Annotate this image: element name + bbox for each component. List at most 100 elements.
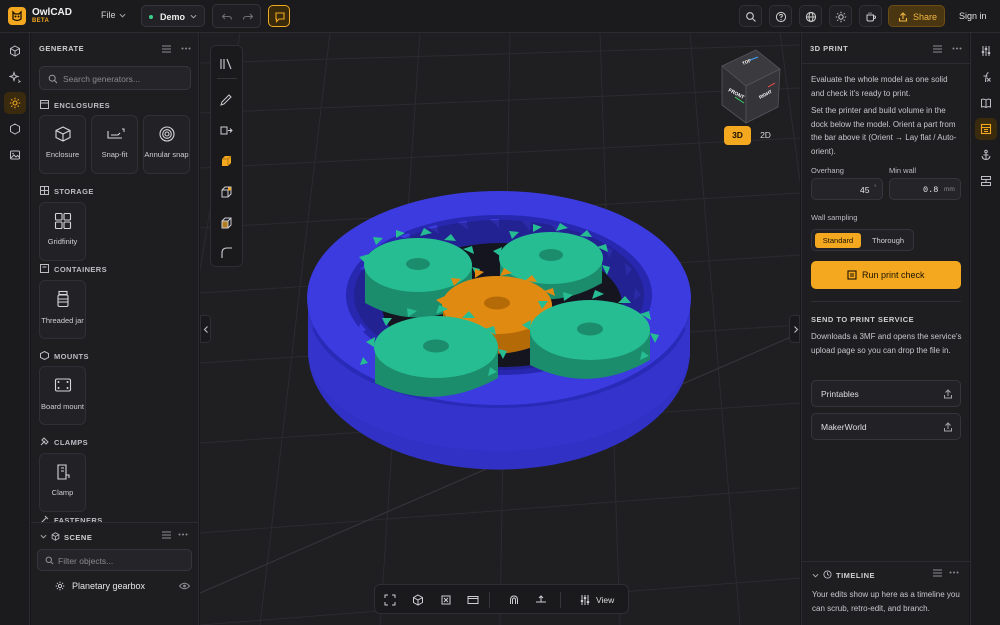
more-icon[interactable] bbox=[952, 47, 962, 50]
send-section-title: SEND TO PRINT SERVICE bbox=[811, 315, 915, 324]
run-print-check-button[interactable]: Run print check bbox=[811, 261, 961, 289]
generator-snap-fit[interactable]: Snap-fit bbox=[91, 115, 138, 174]
rail-images-button[interactable] bbox=[4, 144, 26, 166]
rail-ai-button[interactable] bbox=[4, 66, 26, 88]
generator-enclosure[interactable]: Enclosure bbox=[39, 115, 86, 174]
makerworld-button[interactable]: MakerWorld bbox=[811, 413, 961, 440]
list-menu-icon[interactable] bbox=[933, 45, 942, 53]
min-wall-label: Min wall bbox=[889, 166, 917, 175]
panel-title: 3D PRINT bbox=[810, 44, 849, 53]
rail-docs-button[interactable] bbox=[975, 92, 997, 114]
rail-formula-button[interactable] bbox=[975, 66, 997, 88]
redo-icon[interactable] bbox=[242, 11, 254, 23]
gridfinity-icon bbox=[54, 212, 72, 230]
sliders-icon[interactable] bbox=[579, 594, 591, 606]
more-icon[interactable] bbox=[949, 571, 959, 574]
collapse-left-panel[interactable] bbox=[200, 315, 211, 343]
thorough-option[interactable]: Thorough bbox=[864, 233, 912, 248]
project-selector[interactable]: Demo bbox=[141, 5, 205, 27]
sign-in-link[interactable]: Sign in bbox=[959, 11, 987, 21]
upload-icon bbox=[944, 422, 952, 432]
eye-icon[interactable] bbox=[179, 582, 190, 590]
list-menu-icon[interactable] bbox=[162, 531, 171, 539]
print-panel: 3D PRINT Evaluate the whole model as one… bbox=[801, 33, 970, 625]
scene-filter-input[interactable]: Filter objects... bbox=[37, 549, 192, 571]
chevron-right-icon bbox=[794, 326, 799, 333]
help-button[interactable] bbox=[769, 5, 792, 27]
scene-title: SCENE bbox=[64, 533, 93, 542]
view-mode-toggle: 3D 2D bbox=[724, 126, 778, 145]
generator-clamp[interactable]: Clamp bbox=[39, 453, 86, 512]
standard-option[interactable]: Standard bbox=[815, 233, 861, 248]
sliders-icon bbox=[981, 46, 991, 56]
section-view-icon[interactable] bbox=[440, 594, 452, 606]
left-rail bbox=[0, 33, 30, 625]
overhang-label: Overhang bbox=[811, 166, 844, 175]
iso-view-icon[interactable] bbox=[412, 594, 424, 606]
support-button[interactable] bbox=[859, 5, 882, 27]
rail-generate-button[interactable] bbox=[4, 92, 26, 114]
owl-logo-icon[interactable] bbox=[8, 7, 26, 25]
theme-button[interactable] bbox=[829, 5, 852, 27]
share-button[interactable]: Share bbox=[888, 5, 945, 27]
enclosure-icon bbox=[55, 126, 71, 142]
rail-shapes-button[interactable] bbox=[4, 118, 26, 140]
cube-icon bbox=[10, 45, 20, 57]
rail-print-button[interactable] bbox=[975, 118, 997, 140]
box-primitive-icon[interactable] bbox=[219, 185, 233, 199]
display-mode-icon[interactable] bbox=[467, 594, 479, 606]
planetary-gearbox-model[interactable] bbox=[307, 191, 691, 470]
more-icon[interactable] bbox=[178, 533, 188, 536]
toolbar-separator bbox=[489, 592, 490, 608]
solid-cube-icon[interactable] bbox=[219, 154, 233, 168]
gear-icon bbox=[55, 581, 65, 591]
rail-layers-button[interactable] bbox=[975, 170, 997, 192]
generator-annular-snap[interactable]: Annular snap bbox=[143, 115, 190, 174]
function-icon bbox=[983, 72, 991, 83]
rail-assembly-button[interactable] bbox=[975, 144, 997, 166]
3d-viewport[interactable]: TOP FRONT RIGHT 3D 2D View bbox=[200, 33, 800, 625]
undo-icon[interactable] bbox=[221, 11, 233, 23]
panel-divider bbox=[802, 63, 970, 64]
generator-gridfinity[interactable]: Gridfinity bbox=[39, 202, 86, 261]
printables-button[interactable]: Printables bbox=[811, 380, 961, 407]
min-wall-input[interactable]: 0.8 mm bbox=[889, 178, 961, 200]
shell-icon[interactable] bbox=[219, 216, 233, 230]
overhang-input[interactable]: 45 ° bbox=[811, 178, 883, 200]
generator-threaded-jar[interactable]: Threaded jar bbox=[39, 280, 86, 339]
list-menu-icon[interactable] bbox=[162, 45, 171, 53]
fillet-icon[interactable] bbox=[219, 245, 233, 259]
search-button[interactable] bbox=[739, 5, 762, 27]
generator-search[interactable]: Search generators... bbox=[39, 66, 191, 90]
fit-view-icon[interactable] bbox=[384, 594, 396, 606]
more-icon[interactable] bbox=[181, 47, 191, 50]
collapse-right-panel[interactable] bbox=[789, 315, 800, 343]
chat-button[interactable] bbox=[268, 5, 290, 27]
board-mount-icon bbox=[54, 378, 72, 392]
magnet-icon[interactable] bbox=[508, 594, 520, 606]
list-menu-icon[interactable] bbox=[933, 569, 942, 577]
ground-plane-icon[interactable] bbox=[535, 594, 547, 606]
vertical-toolbar bbox=[210, 45, 243, 267]
rail-properties-button[interactable] bbox=[975, 40, 997, 62]
view-menu-button[interactable]: View bbox=[596, 595, 614, 605]
rail-models-button[interactable] bbox=[4, 40, 26, 62]
right-rail bbox=[970, 33, 1000, 625]
mode-2d-button[interactable]: 2D bbox=[753, 126, 778, 145]
language-button[interactable] bbox=[799, 5, 822, 27]
pencil-icon[interactable] bbox=[219, 93, 233, 107]
share-label: Share bbox=[913, 12, 938, 22]
mode-3d-button[interactable]: 3D bbox=[724, 126, 751, 145]
chevron-down-icon bbox=[190, 14, 197, 19]
bottom-toolbar: View bbox=[374, 584, 629, 614]
annular-snap-icon bbox=[159, 126, 175, 142]
library-icon[interactable] bbox=[219, 58, 233, 70]
chevron-down-icon[interactable] bbox=[812, 572, 819, 579]
extrude-icon[interactable] bbox=[219, 123, 233, 137]
file-menu[interactable]: File bbox=[101, 10, 116, 20]
scene-item[interactable]: Planetary gearbox bbox=[55, 578, 195, 594]
search-icon bbox=[48, 74, 58, 84]
chevron-down-icon[interactable] bbox=[40, 533, 47, 540]
snap-fit-icon bbox=[107, 128, 125, 139]
generator-board-mount[interactable]: Board mount bbox=[39, 366, 86, 425]
